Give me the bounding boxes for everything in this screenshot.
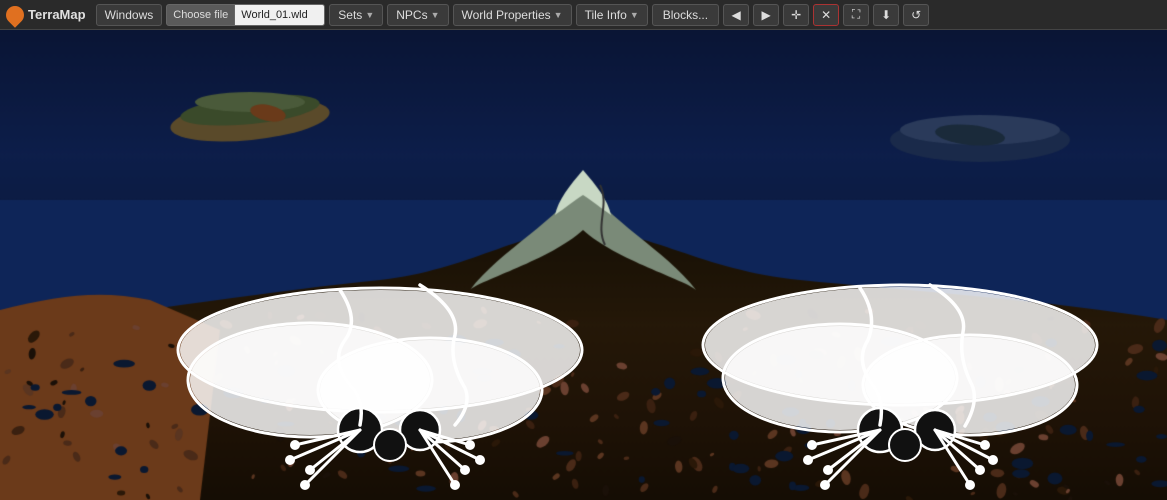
brand-name: TerraMap [28, 7, 86, 22]
map-svg [0, 30, 1167, 500]
brand-icon [2, 2, 27, 27]
world-properties-arrow: ▼ [554, 10, 563, 20]
split-icon: ✛ [791, 8, 801, 22]
split-button[interactable]: ✛ [783, 4, 809, 26]
close-map-button[interactable]: ✕ [813, 4, 839, 26]
sets-menu[interactable]: Sets ▼ [329, 4, 383, 26]
nav-right-button[interactable]: ▶ [753, 4, 779, 26]
blocks-button[interactable]: Blocks... [652, 4, 719, 26]
refresh-button[interactable]: ↺ [903, 4, 929, 26]
chevron-right-icon: ▶ [761, 8, 770, 22]
nav-left-button[interactable]: ◀ [723, 4, 749, 26]
download-button[interactable]: ⬇ [873, 4, 899, 26]
windows-menu[interactable]: Windows [96, 4, 163, 26]
expand-button[interactable]: ⛶ [843, 4, 869, 26]
navbar: TerraMap Windows Choose file World_01.wl… [0, 0, 1167, 30]
map-container[interactable] [0, 30, 1167, 500]
sets-arrow: ▼ [365, 10, 374, 20]
download-icon: ⬇ [881, 8, 891, 22]
npcs-arrow: ▼ [431, 10, 440, 20]
tile-info-arrow: ▼ [630, 10, 639, 20]
npcs-menu[interactable]: NPCs ▼ [387, 4, 448, 26]
file-input-group: Choose file World_01.wld [166, 4, 325, 26]
expand-icon: ⛶ [852, 7, 860, 22]
file-name-display: World_01.wld [235, 4, 325, 26]
tile-info-menu[interactable]: Tile Info ▼ [576, 4, 648, 26]
chevron-left-icon: ◀ [731, 8, 740, 22]
choose-file-button[interactable]: Choose file [166, 4, 235, 26]
world-properties-menu[interactable]: World Properties ▼ [453, 4, 572, 26]
refresh-icon: ↺ [911, 8, 921, 22]
close-icon: ✕ [821, 8, 831, 22]
brand: TerraMap [6, 6, 86, 24]
